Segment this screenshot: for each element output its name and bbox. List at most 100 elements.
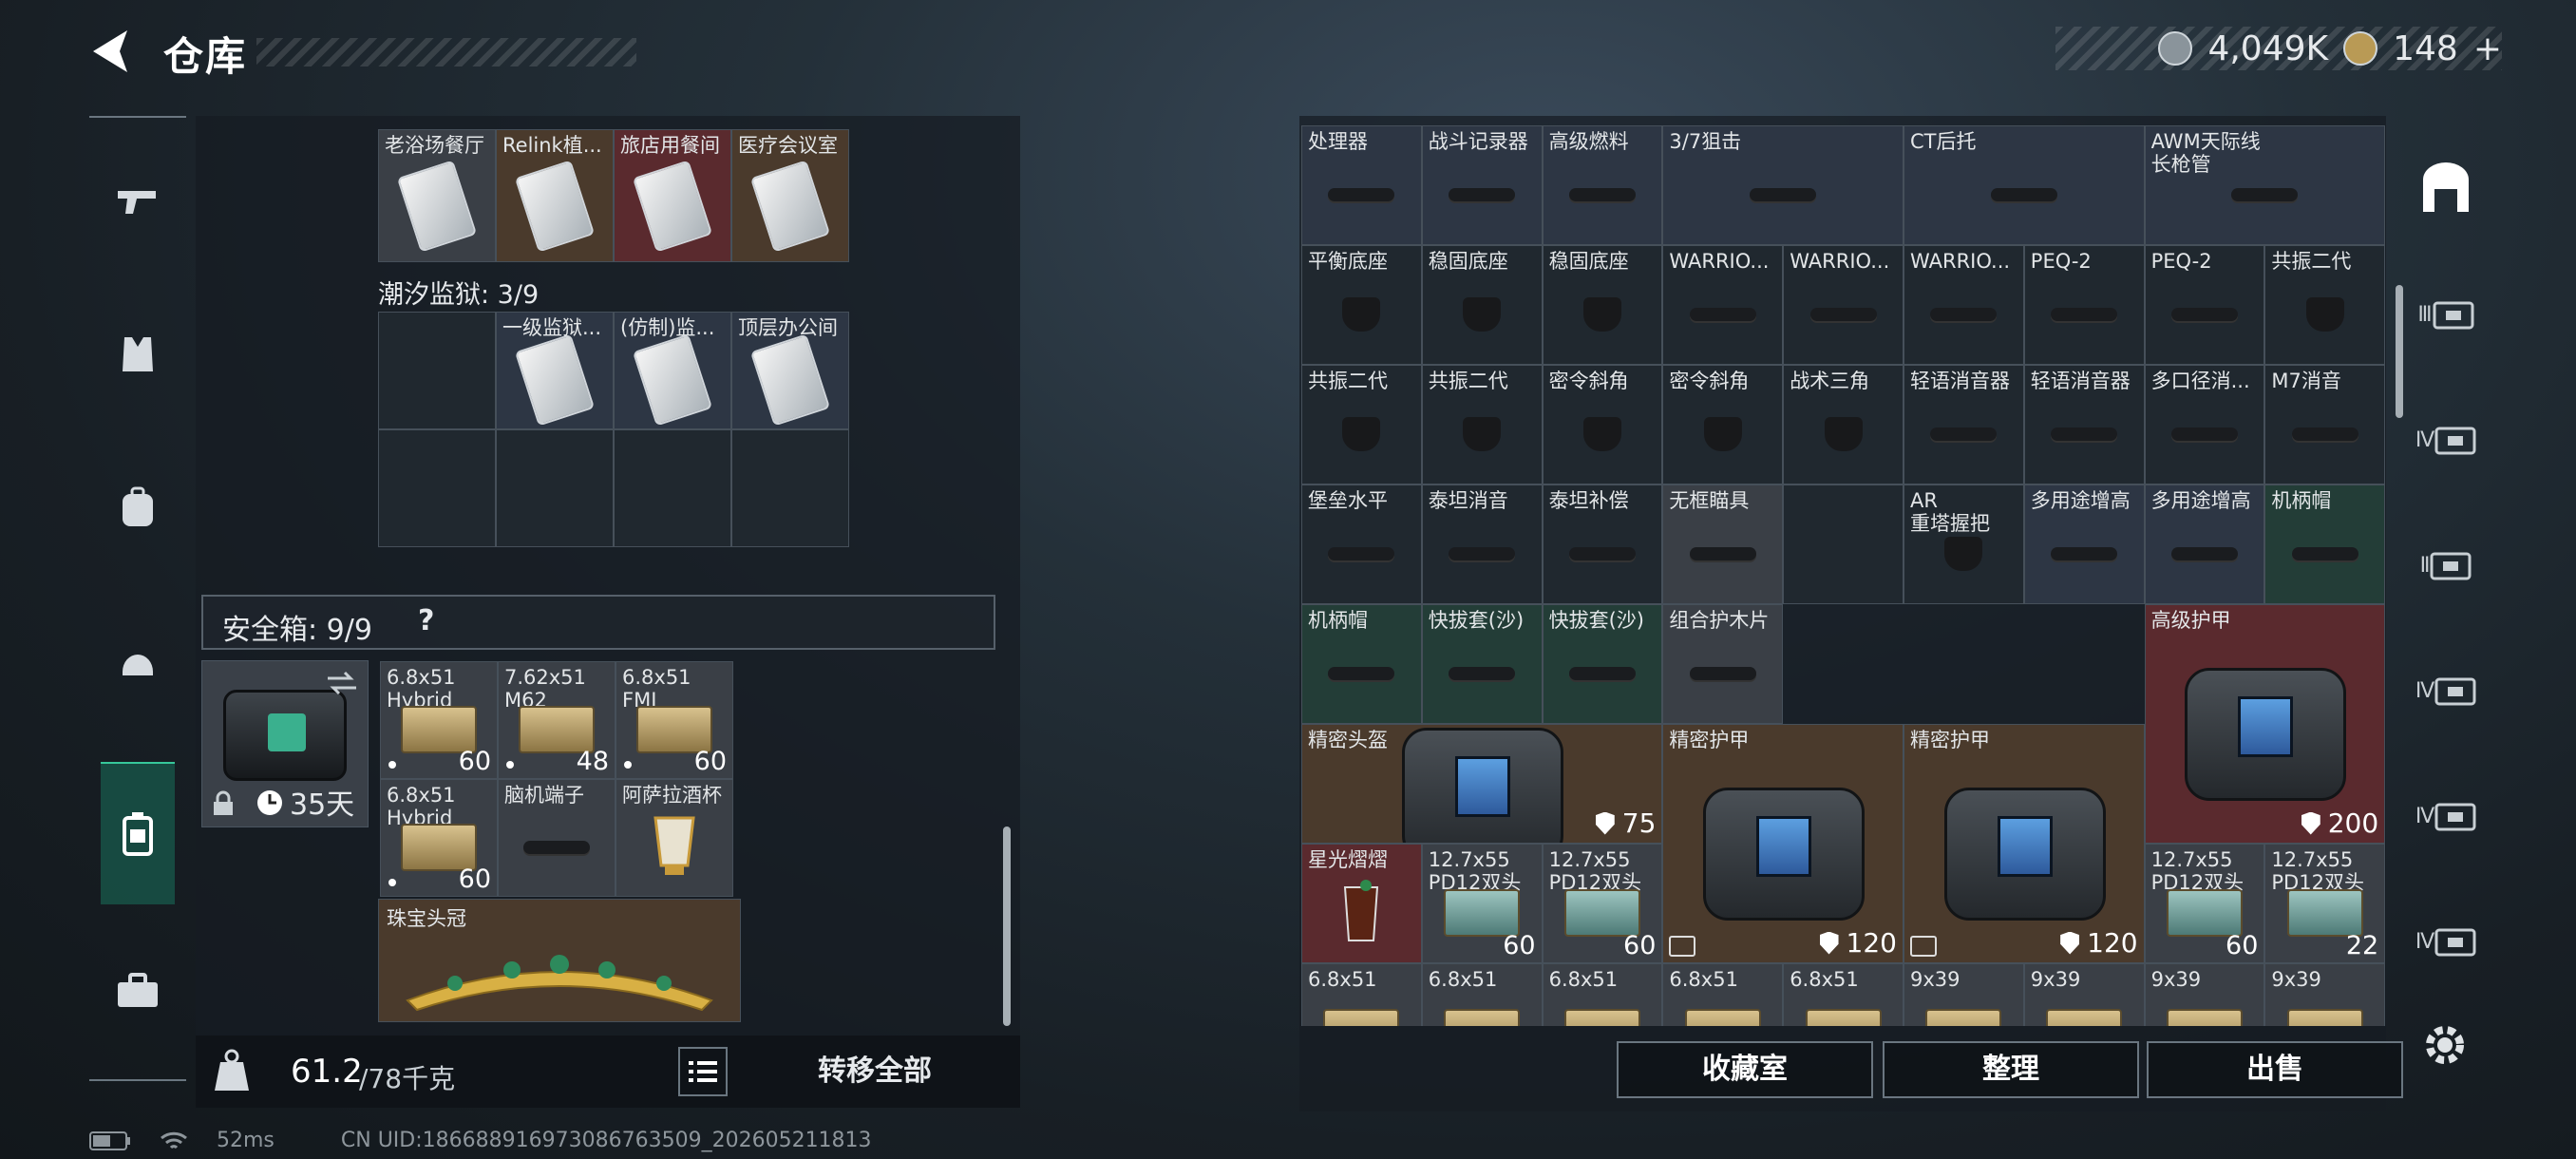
- room-key-cell[interactable]: 医疗会议室: [731, 129, 849, 262]
- armor-cell[interactable]: 精密护甲 120: [1904, 724, 2145, 963]
- nav-storage[interactable]: [101, 762, 175, 904]
- add-gold-button[interactable]: +: [2473, 29, 2502, 68]
- sort-button[interactable]: 整理: [1883, 1041, 2139, 1098]
- stash-item-cell[interactable]: 处理器: [1301, 125, 1422, 245]
- stash-item-cell[interactable]: WARRIO...: [1783, 245, 1904, 365]
- room-key-cell[interactable]: Relink植...: [496, 129, 614, 262]
- stash-item-cell[interactable]: 多口径消...: [2144, 365, 2265, 484]
- collection-room-button[interactable]: 收藏室: [1617, 1041, 1873, 1098]
- tab-stash-5[interactable]: Ⅳ: [2413, 783, 2479, 849]
- stash-item-cell[interactable]: 共振二代: [1421, 365, 1543, 484]
- stash-item-cell[interactable]: PEQ-2: [2144, 245, 2265, 365]
- stash-item-cell[interactable]: 12.7x55 PD12双头 22: [2264, 844, 2386, 963]
- tab-stash-4[interactable]: Ⅳ: [2413, 657, 2479, 724]
- stash-item-cell[interactable]: AR 重塔握把: [1904, 484, 2024, 604]
- stash-item-cell[interactable]: 战术三角: [1783, 365, 1904, 484]
- stash-item-cell[interactable]: 6.8x51: [1301, 963, 1422, 1026]
- stash-item-cell[interactable]: 战斗记录器: [1421, 125, 1543, 245]
- tab-main-stash[interactable]: [2413, 156, 2479, 222]
- safe-item-cell[interactable]: 阿萨拉酒杯: [616, 779, 733, 897]
- back-button[interactable]: [85, 25, 139, 78]
- prison-key-cell[interactable]: (仿制)监...: [614, 312, 731, 429]
- safe-item-cell[interactable]: 6.8x51 FMJ 60: [616, 661, 733, 779]
- safe-item-cell[interactable]: 6.8x51 Hybrid 60: [380, 779, 498, 897]
- stash-item-cell[interactable]: 密令斜角: [1662, 365, 1784, 484]
- stash-item-cell[interactable]: 平衡底座: [1301, 245, 1422, 365]
- stash-item-cell[interactable]: 6.8x51: [1421, 963, 1543, 1026]
- armor-cell[interactable]: 高级护甲 200: [2144, 604, 2386, 844]
- stash-item-cell[interactable]: 6.8x51: [1783, 963, 1904, 1026]
- stash-item-cell[interactable]: 密令斜角: [1542, 365, 1663, 484]
- empty-slot[interactable]: [378, 312, 496, 429]
- safe-item-cell[interactable]: 脑机端子: [498, 779, 616, 897]
- stash-item-cell[interactable]: 12.7x55 PD12双头 60: [1421, 844, 1543, 963]
- stash-item-cell[interactable]: 12.7x55 PD12双头 60: [1542, 844, 1663, 963]
- nav-helmet[interactable]: [101, 625, 175, 699]
- settings-button[interactable]: [2420, 1020, 2470, 1070]
- stash-item-cell[interactable]: 共振二代: [2264, 245, 2386, 365]
- tab-stash-3[interactable]: Ⅱ: [2413, 532, 2479, 598]
- stash-item-cell[interactable]: 组合护木片: [1662, 604, 1784, 724]
- room-key-cell[interactable]: 旅店用餐间: [614, 129, 731, 262]
- empty-slot[interactable]: [378, 429, 496, 547]
- prison-key-cell[interactable]: 一级监狱...: [496, 312, 614, 429]
- stash-item-cell[interactable]: 无框瞄具: [1662, 484, 1784, 604]
- stash-item-cell[interactable]: 泰坦补偿: [1542, 484, 1663, 604]
- empty-slot[interactable]: [1783, 484, 1904, 604]
- stash-item-cell[interactable]: 快拔套(沙): [1542, 604, 1663, 724]
- stash-item-cell[interactable]: 星光熠熠: [1301, 844, 1422, 963]
- safe-item-cell[interactable]: 7.62x51 M62 48: [498, 661, 616, 779]
- list-view-button[interactable]: [678, 1047, 728, 1096]
- stash-scrollbar[interactable]: [2396, 285, 2403, 418]
- safe-help-button[interactable]: ?: [418, 604, 434, 637]
- tab-stash-1[interactable]: Ⅲ: [2413, 281, 2479, 348]
- crown-cell[interactable]: 珠宝头冠: [378, 899, 741, 1022]
- stash-item-cell[interactable]: 共振二代: [1301, 365, 1422, 484]
- stash-item-cell[interactable]: 快拔套(沙): [1421, 604, 1543, 724]
- stash-item-cell[interactable]: 3/7狙击: [1662, 125, 1904, 245]
- stash-item-cell[interactable]: 堡垒水平: [1301, 484, 1422, 604]
- stash-item-cell[interactable]: 多用途增高: [2144, 484, 2265, 604]
- stash-item-cell[interactable]: PEQ-2: [2023, 245, 2145, 365]
- stash-item-cell[interactable]: 稳固底座: [1542, 245, 1663, 365]
- stash-item-cell[interactable]: 6.8x51: [1662, 963, 1784, 1026]
- stash-item-cell[interactable]: 机柄帽: [2264, 484, 2386, 604]
- nav-weapons[interactable]: [101, 163, 175, 238]
- stash-item-cell[interactable]: 9x39: [2023, 963, 2145, 1026]
- stash-item-cell[interactable]: 机柄帽: [1301, 604, 1422, 724]
- stash-item-cell[interactable]: 轻语消音器: [2023, 365, 2145, 484]
- stash-item-cell[interactable]: 9x39: [2144, 963, 2265, 1026]
- stash-item-cell[interactable]: CT后托: [1904, 125, 2145, 245]
- stash-item-cell[interactable]: 9x39: [1904, 963, 2024, 1026]
- stash-item-cell[interactable]: WARRIO...: [1904, 245, 2024, 365]
- tab-stash-6[interactable]: Ⅳ: [2413, 908, 2479, 975]
- tab-stash-2[interactable]: Ⅳ: [2413, 407, 2479, 473]
- stash-item-cell[interactable]: M7消音: [2264, 365, 2386, 484]
- safe-item-cell[interactable]: 6.8x51 Hybrid 60: [380, 661, 498, 779]
- empty-slot[interactable]: [496, 429, 614, 547]
- stash-item-cell[interactable]: 12.7x55 PD12双头 60: [2144, 844, 2265, 963]
- stash-item-cell[interactable]: AWM天际线 长枪管: [2144, 125, 2386, 245]
- nav-armor[interactable]: [101, 317, 175, 391]
- transfer-all-button[interactable]: 转移全部: [747, 1043, 1003, 1100]
- prison-key-cell[interactable]: 顶层办公间: [731, 312, 849, 429]
- nav-backpack[interactable]: [101, 471, 175, 545]
- sell-button[interactable]: 出售: [2147, 1041, 2403, 1098]
- armor-cell[interactable]: 精密头盔 75: [1301, 724, 1663, 844]
- room-key-cell[interactable]: 老浴场餐厅: [378, 129, 496, 262]
- stash-item-cell[interactable]: WARRIO...: [1662, 245, 1784, 365]
- stash-item-cell[interactable]: 稳固底座: [1421, 245, 1543, 365]
- stash-item-cell[interactable]: 9x39: [2264, 963, 2386, 1026]
- nav-toolbox[interactable]: [101, 954, 175, 1028]
- empty-slot[interactable]: [614, 429, 731, 547]
- left-scrollbar[interactable]: [1003, 826, 1011, 1026]
- secure-case[interactable]: 35天: [201, 660, 369, 827]
- stash-item-cell[interactable]: 高级燃料: [1542, 125, 1663, 245]
- stash-item-cell[interactable]: 多用途增高: [2023, 484, 2145, 604]
- stash-item-cell[interactable]: 泰坦消音: [1421, 484, 1543, 604]
- empty-slot[interactable]: [731, 429, 849, 547]
- armor-cell[interactable]: 精密护甲 120: [1662, 724, 1904, 963]
- stash-item-cell[interactable]: 轻语消音器: [1904, 365, 2024, 484]
- swap-icon[interactable]: [326, 669, 358, 697]
- stash-item-cell[interactable]: 6.8x51: [1542, 963, 1663, 1026]
